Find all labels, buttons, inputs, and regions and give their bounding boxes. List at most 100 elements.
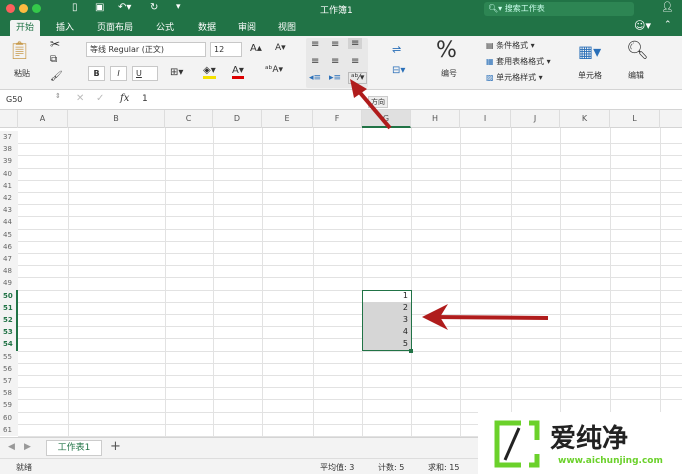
column-header-D[interactable]: D [213,110,262,128]
font-name-select[interactable]: 等线 Regular (正文) [86,42,206,57]
border-icon[interactable]: ⊞▾ [170,67,183,78]
row-header[interactable]: 59 [0,399,18,412]
font-color-icon[interactable]: A▾ [232,65,244,79]
align-middle-icon[interactable]: ≡ [331,39,339,50]
row-header[interactable]: 57 [0,375,18,388]
row-header[interactable]: 40 [0,167,18,180]
row-header[interactable]: 46 [0,240,18,253]
align-right-icon[interactable]: ≡ [351,56,359,67]
close-window-button[interactable] [6,4,15,13]
row-header[interactable]: 43 [0,204,18,217]
paste-icon[interactable]: 📋︎ [8,40,31,61]
bold-button[interactable]: B [88,66,105,81]
copy-icon[interactable]: ⧉ [50,54,57,65]
row-header[interactable]: 53 [0,326,18,339]
redo-icon[interactable]: ↻ [150,2,158,13]
tab-page-layout[interactable]: 页面布局 [91,20,139,36]
row-header[interactable]: 60 [0,411,18,424]
increase-font-button[interactable]: A▴ [250,43,262,54]
tab-data[interactable]: 数据 [192,20,222,36]
name-box-stepper[interactable]: ⇕ [55,92,61,100]
row-header[interactable]: 39 [0,155,18,168]
tab-home[interactable]: 开始 [10,20,41,36]
row-header[interactable]: 56 [0,362,18,375]
row-header[interactable]: 58 [0,387,18,400]
wrap-text-icon[interactable]: ⇌ [392,43,401,56]
undo-icon[interactable]: ↶▾ [118,2,131,13]
search-input[interactable]: 🔍︎▾ 搜索工作表 [484,2,634,16]
align-center-icon[interactable]: ≡ [331,56,339,67]
search-edit-icon[interactable]: 🔍︎ [626,40,649,61]
row-header[interactable]: 55 [0,350,18,363]
save-icon[interactable]: ▣ [95,2,104,13]
column-header-I[interactable]: I [460,110,511,128]
column-header-E[interactable]: E [262,110,313,128]
tab-view[interactable]: 视图 [272,20,302,36]
tab-review[interactable]: 审阅 [232,20,262,36]
column-header-A[interactable]: A [18,110,68,128]
column-header-H[interactable]: H [411,110,460,128]
column-header-C[interactable]: C [165,110,213,128]
share-icon[interactable]: 👤︎ [661,2,674,13]
row-header[interactable]: 52 [0,314,18,327]
conditional-format-button[interactable]: ▤ 条件格式 ▾ [486,40,535,51]
collapse-ribbon-icon[interactable]: ⌃ [664,20,672,30]
select-all-corner[interactable] [0,110,18,128]
tab-formulas[interactable]: 公式 [150,20,180,36]
row-header[interactable]: 42 [0,192,18,205]
decrease-font-button[interactable]: A▾ [275,43,286,53]
column-header-F[interactable]: F [313,110,362,128]
font-size-select[interactable]: 12 [210,42,242,57]
row-header[interactable]: 51 [0,301,18,314]
merge-cells-icon[interactable]: ⊟▾ [392,65,405,76]
smiley-feedback-icon[interactable]: ☺▾ [634,19,651,32]
formula-input[interactable]: 1 [142,94,148,104]
row-header[interactable]: 45 [0,228,18,241]
cancel-icon[interactable]: ✕ [76,93,84,104]
cells-icon[interactable]: ▦▾ [578,42,601,61]
column-header-L[interactable]: L [610,110,660,128]
increase-indent-icon[interactable]: ▸≡ [329,73,341,83]
row-header[interactable]: 41 [0,179,18,192]
orientation-button[interactable]: ᵃᵇ⁄▾ [348,72,368,84]
row-header[interactable]: 48 [0,265,18,278]
spreadsheet-grid[interactable]: 37 38 39 40 41 42 43 44 45 46 47 48 49 50 51 52 53 54 55 56… [0,128,682,437]
sheet-tab-1[interactable]: 工作表1 [46,440,102,456]
italic-button[interactable]: I [110,66,127,81]
column-header-B[interactable]: B [68,110,165,128]
fill-handle[interactable] [409,348,413,353]
cut-icon[interactable]: ✂ [50,37,60,51]
column-header-K[interactable]: K [560,110,610,128]
confirm-icon[interactable]: ✓ [96,93,104,104]
align-top-icon[interactable]: ≡ [311,39,319,50]
align-bottom-icon[interactable]: ≡ [348,38,363,49]
fill-color-icon[interactable]: ◈▾ [203,65,216,79]
name-box[interactable]: G50 [6,95,22,104]
column-header-J[interactable]: J [511,110,560,128]
add-sheet-button[interactable]: + [110,439,121,454]
number-format-button[interactable]: % [436,38,457,63]
format-as-table-button[interactable]: ▦ 套用表格格式 ▾ [486,56,551,67]
align-left-icon[interactable]: ≡ [311,56,319,67]
row-header[interactable]: 44 [0,216,18,229]
row-header[interactable]: 49 [0,277,18,290]
sidebar-icon[interactable]: ▯ [72,2,78,13]
row-header[interactable]: 37 [0,131,18,144]
underline-button[interactable]: U [132,66,158,81]
minimize-window-button[interactable] [19,4,28,13]
row-header[interactable]: 54 [0,338,18,351]
row-header[interactable]: 50 [0,289,18,302]
next-sheet-icon[interactable]: ▶ [24,442,31,452]
row-header[interactable]: 61 [0,423,18,436]
row-header[interactable]: 38 [0,143,18,156]
decrease-indent-icon[interactable]: ◂≡ [309,73,321,83]
prev-sheet-icon[interactable]: ◀ [8,442,15,452]
tab-insert[interactable]: 插入 [50,20,80,36]
column-header-G[interactable]: G [362,110,411,128]
cell-styles-button[interactable]: ▨ 单元格样式 ▾ [486,72,543,83]
format-painter-icon[interactable]: 🖌︎ [50,71,63,82]
row-header[interactable]: 47 [0,253,18,266]
fx-icon[interactable]: fx [120,93,129,104]
phonetic-icon[interactable]: ᵃᵇA▾ [265,65,283,75]
maximize-window-button[interactable] [32,4,41,13]
